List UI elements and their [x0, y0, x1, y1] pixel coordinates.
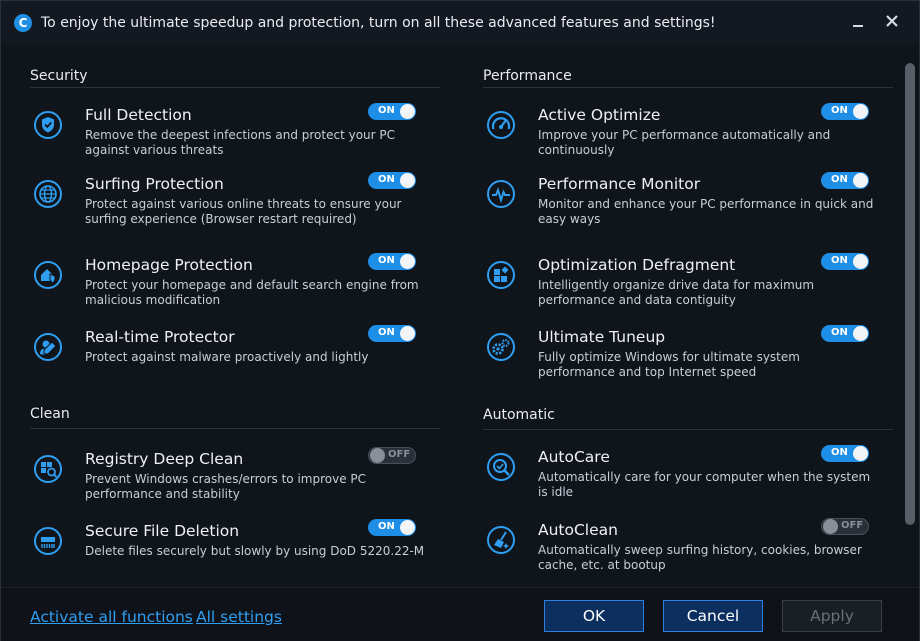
minimize-button[interactable] — [846, 9, 870, 33]
feature-description: Protect against malware proactively and … — [85, 350, 369, 364]
feature-performance-monitor: Performance Monitor Monitor and enhance … — [486, 172, 886, 235]
feature-description: Monitor and enhance your PC performance … — [538, 197, 874, 226]
dialog-window: C To enjoy the ultimate speedup and prot… — [0, 0, 920, 641]
feature-name: Secure File Deletion — [85, 522, 240, 540]
feature-autocare: AutoCare Automatically care for your com… — [486, 445, 886, 508]
section-title-clean: Clean — [30, 406, 70, 422]
home-shield-icon — [34, 261, 62, 289]
feature-realtime-protector: Real-time Protector Protect against malw… — [33, 325, 433, 388]
feature-description: Automatically care for your computer whe… — [538, 470, 871, 499]
registry-clean-icon — [34, 455, 62, 483]
apply-button[interactable]: Apply — [782, 600, 882, 632]
feature-description: Automatically sweep surfing history, coo… — [538, 543, 862, 572]
toggle-autoclean[interactable]: OFF — [821, 518, 869, 535]
feature-name: Real-time Protector — [85, 328, 235, 346]
toggle-secure-file-deletion[interactable]: ON — [368, 519, 416, 536]
feature-description: Prevent Windows crashes/errors to improv… — [85, 472, 367, 501]
cancel-button[interactable]: Cancel — [663, 600, 763, 632]
toggle-autocare[interactable]: ON — [821, 445, 869, 462]
feature-name: AutoClean — [538, 521, 618, 539]
toggle-performance-monitor[interactable]: ON — [821, 172, 869, 189]
globe-icon — [34, 180, 62, 208]
titlebar: C To enjoy the ultimate speedup and prot… — [1, 1, 919, 45]
realtime-protector-icon — [34, 333, 62, 361]
feature-name: Optimization Defragment — [538, 256, 736, 274]
feature-name: AutoCare — [538, 448, 610, 466]
feature-name: Active Optimize — [538, 106, 661, 124]
feature-full-detection: Full Detection Remove the deepest infect… — [33, 103, 433, 166]
feature-surfing-protection: Surfing Protection Protect against vario… — [33, 172, 433, 235]
feature-active-optimize: Active Optimize Improve your PC performa… — [486, 103, 886, 166]
feature-autoclean: AutoClean Automatically sweep surfing hi… — [486, 518, 886, 581]
section-divider — [483, 87, 893, 88]
speedometer-icon — [487, 111, 515, 139]
feature-name: Surfing Protection — [85, 175, 224, 193]
feature-name: Registry Deep Clean — [85, 450, 244, 468]
feature-description: Protect your homepage and default search… — [85, 278, 419, 307]
defragment-icon — [487, 261, 515, 289]
dialog-title: To enjoy the ultimate speedup and protec… — [41, 15, 716, 31]
shield-check-icon — [34, 111, 62, 139]
toggle-registry-deep-clean[interactable]: OFF — [368, 447, 416, 464]
close-icon — [886, 15, 898, 27]
app-logo-icon: C — [14, 14, 32, 32]
feature-name: Performance Monitor — [538, 175, 701, 193]
section-divider — [483, 429, 893, 430]
vertical-scrollbar[interactable] — [905, 63, 915, 525]
feature-secure-file-deletion: Secure File Deletion Delete files secure… — [33, 519, 433, 582]
section-divider — [30, 87, 440, 88]
feature-description: Fully optimize Windows for ultimate syst… — [538, 350, 800, 379]
toggle-active-optimize[interactable]: ON — [821, 103, 869, 120]
close-button[interactable] — [880, 9, 904, 33]
pulse-monitor-icon — [487, 180, 515, 208]
section-title-automatic: Automatic — [483, 407, 555, 423]
feature-description: Improve your PC performance automaticall… — [538, 128, 831, 157]
feature-description: Delete files securely but slowly by usin… — [85, 544, 425, 558]
toggle-optimization-defragment[interactable]: ON — [821, 253, 869, 270]
feature-homepage-protection: Homepage Protection Protect your homepag… — [33, 253, 433, 316]
feature-description: Intelligently organize drive data for ma… — [538, 278, 815, 307]
feature-ultimate-tuneup: Ultimate Tuneup Fully optimize Windows f… — [486, 325, 886, 388]
feature-registry-deep-clean: Registry Deep Clean Prevent Windows cras… — [33, 447, 433, 510]
toggle-full-detection[interactable]: ON — [368, 103, 416, 120]
section-divider — [30, 428, 440, 429]
toggle-surfing-protection[interactable]: ON — [368, 172, 416, 189]
activate-all-functions-link[interactable]: Activate all functions — [30, 608, 193, 626]
dialog-footer: Activate all functions All settings OK C… — [1, 587, 919, 641]
toggle-homepage-protection[interactable]: ON — [368, 253, 416, 270]
toggle-realtime-protector[interactable]: ON — [368, 325, 416, 342]
all-settings-link[interactable]: All settings — [196, 608, 282, 626]
ok-button[interactable]: OK — [544, 600, 644, 632]
settings-content: Security Full Detection Remove the deepe… — [1, 45, 919, 585]
section-title-security: Security — [30, 68, 88, 84]
feature-optimization-defragment: Optimization Defragment Intelligently or… — [486, 253, 886, 316]
feature-description: Protect against various online threats t… — [85, 197, 402, 226]
feature-name: Homepage Protection — [85, 256, 253, 274]
feature-name: Ultimate Tuneup — [538, 328, 666, 346]
autocare-icon — [487, 453, 515, 481]
toggle-ultimate-tuneup[interactable]: ON — [821, 325, 869, 342]
feature-name: Full Detection — [85, 106, 192, 124]
gears-icon — [487, 333, 515, 361]
shredder-icon — [34, 527, 62, 555]
feature-description: Remove the deepest infections and protec… — [85, 128, 396, 157]
minimize-icon — [853, 25, 863, 27]
autoclean-broom-icon — [487, 526, 515, 554]
section-title-performance: Performance — [483, 68, 572, 84]
